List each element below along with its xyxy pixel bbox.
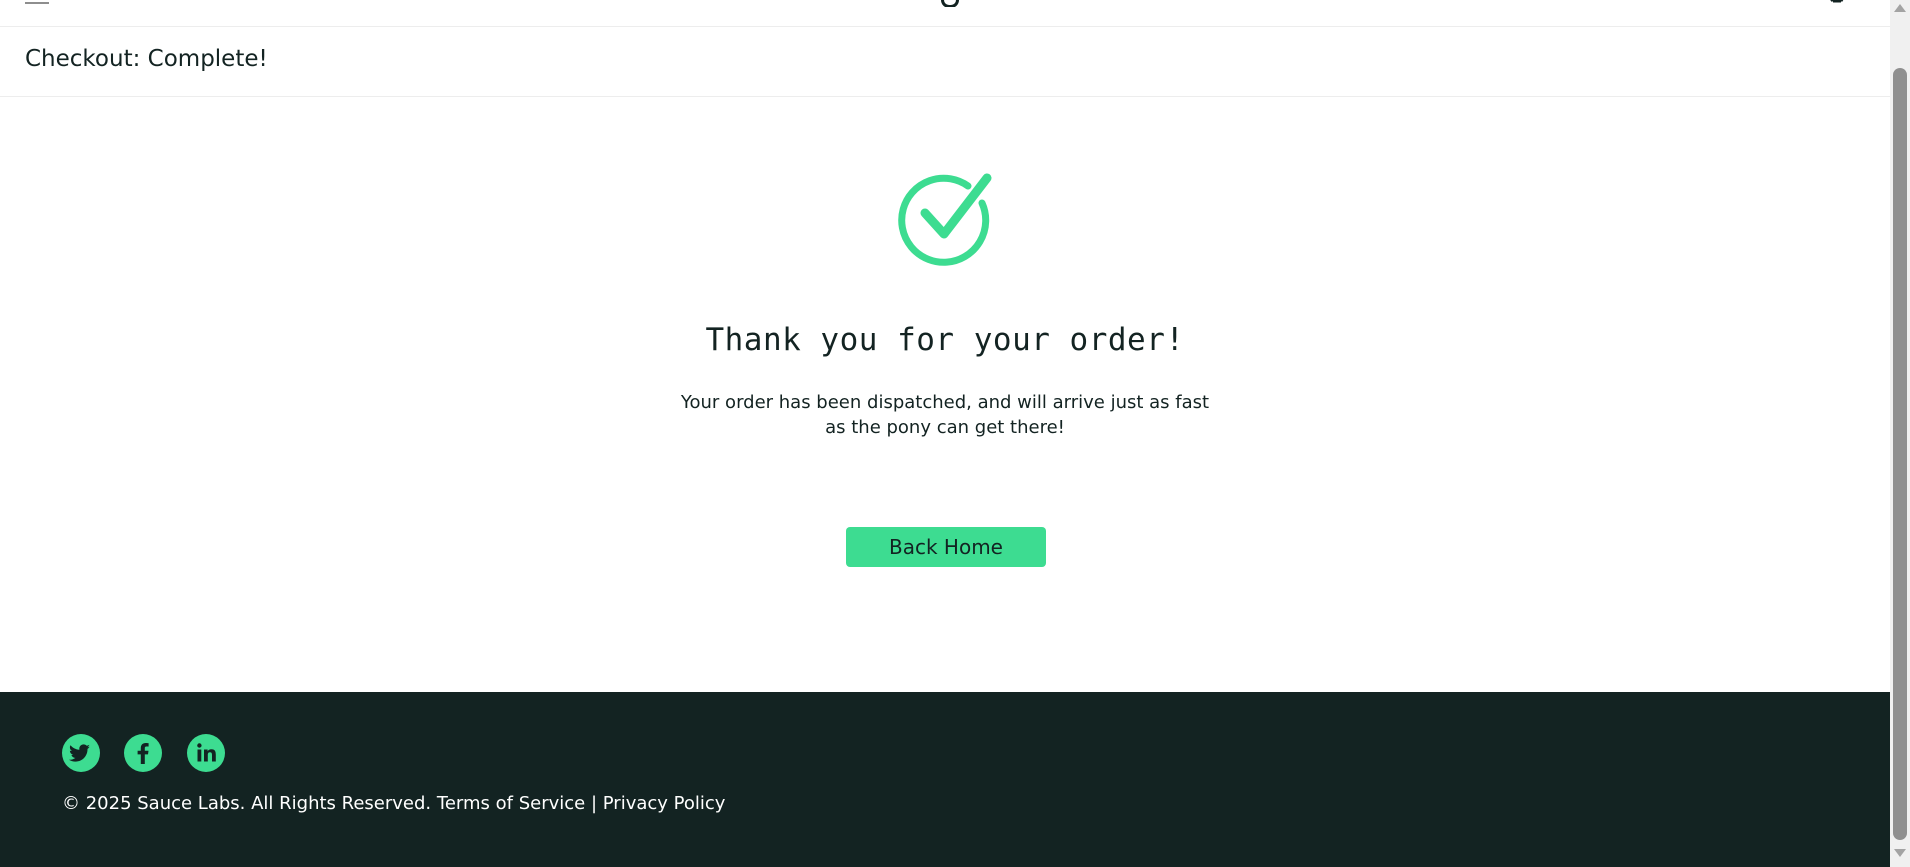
linkedin-icon[interactable]: [187, 734, 225, 772]
facebook-glyph: [137, 743, 149, 764]
back-home-button[interactable]: Back Home: [846, 527, 1046, 567]
logo-glyph: [941, 0, 959, 7]
checkmark-graphic: [898, 173, 992, 266]
menu-icon[interactable]: [25, 0, 49, 4]
checkmark-icon: [898, 173, 994, 269]
scrollbar-thumb[interactable]: [1893, 68, 1907, 840]
checkout-complete-container: Thank you for your order! Your order has…: [0, 97, 1890, 692]
browser-viewport: Checkout: Complete! Thank you for your o…: [0, 0, 1910, 867]
vertical-scrollbar[interactable]: [1890, 0, 1910, 867]
scroll-down-arrow-icon[interactable]: [1894, 849, 1906, 857]
footer-separator: |: [590, 793, 598, 814]
copyright-text: © 2025 Sauce Labs. All Rights Reserved.: [62, 793, 432, 814]
linkedin-glyph: [197, 743, 216, 762]
twitter-icon[interactable]: [62, 734, 100, 772]
page-title: Checkout: Complete!: [25, 46, 268, 72]
complete-header: Thank you for your order!: [705, 322, 1185, 358]
app-logo: [910, 0, 990, 7]
primary-header: [0, 0, 1890, 27]
footer: © 2025 Sauce Labs. All Rights Reserved. …: [0, 692, 1890, 867]
terms-of-service-link[interactable]: Terms of Service: [437, 793, 585, 814]
shopping-cart-icon[interactable]: [1825, 0, 1847, 4]
scroll-up-arrow-icon[interactable]: [1894, 4, 1906, 12]
privacy-policy-link[interactable]: Privacy Policy: [603, 793, 726, 814]
complete-text: Your order has been dispatched, and will…: [680, 392, 1210, 438]
twitter-glyph: [68, 744, 90, 762]
cart-glyph: [1830, 0, 1844, 3]
checkout-complete-page: Checkout: Complete! Thank you for your o…: [0, 0, 1890, 867]
footer-copyright: © 2025 Sauce Labs. All Rights Reserved. …: [62, 793, 725, 814]
facebook-icon[interactable]: [124, 734, 162, 772]
secondary-header: Checkout: Complete!: [0, 27, 1890, 97]
